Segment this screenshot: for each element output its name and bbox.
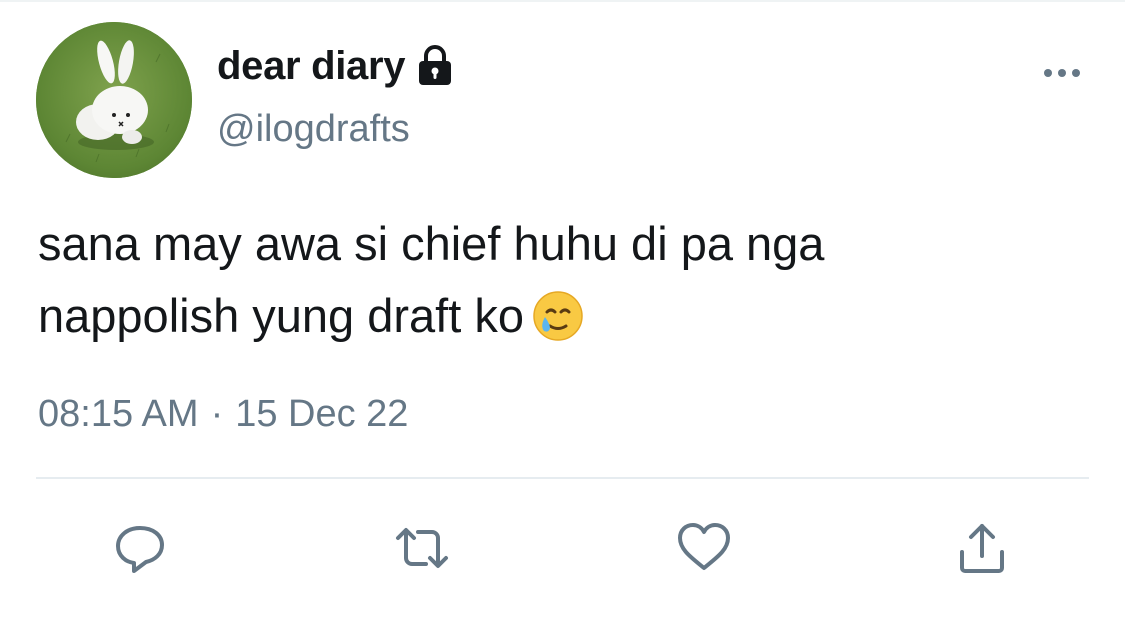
display-name-row: dear diary [217, 40, 455, 92]
share-button[interactable] [950, 516, 1014, 580]
top-border [0, 0, 1125, 2]
reply-icon [116, 526, 164, 573]
avatar[interactable] [36, 22, 192, 178]
lock-icon [419, 45, 452, 85]
retweet-icon [396, 528, 448, 568]
share-icon [960, 524, 1004, 573]
user-handle[interactable]: @ilogdrafts [217, 108, 410, 151]
divider [36, 477, 1089, 479]
tweet-date: 15 Dec 22 [235, 393, 409, 435]
like-button[interactable] [672, 516, 736, 580]
reply-button[interactable] [108, 516, 172, 580]
tweet-timestamp[interactable]: 08:15 AM · 15 Dec 22 [38, 393, 408, 436]
tweet-time: 08:15 AM [38, 393, 199, 435]
like-icon [678, 523, 730, 570]
tweet-body: sana may awa si chief huhu di pa nga nap… [38, 217, 825, 342]
retweet-button[interactable] [390, 516, 454, 580]
display-name[interactable]: dear diary [217, 44, 406, 89]
smiling-face-with-tear-emoji-icon [533, 291, 583, 341]
separator-dot: · [210, 393, 224, 435]
tweet-text: sana may awa si chief huhu di pa nga nap… [38, 208, 1088, 352]
more-options-icon[interactable] [1040, 62, 1084, 84]
bunny-avatar-icon [36, 22, 192, 178]
